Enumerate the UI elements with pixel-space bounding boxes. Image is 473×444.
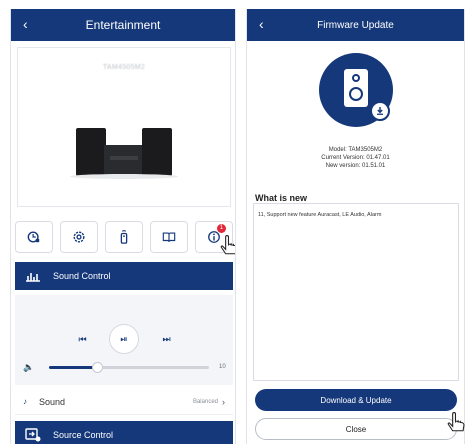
quick-actions-row: 1 (15, 221, 233, 253)
hand-pointer-icon (444, 408, 470, 439)
equalizer-icon (26, 273, 40, 282)
model-line: Model: TAM3505M2 (328, 147, 383, 153)
sound-control-header[interactable]: Sound Control (15, 262, 233, 290)
transport-controls: ⏮ ⏯ ⏭ (15, 324, 233, 354)
remote-button[interactable] (105, 221, 143, 253)
source-control-header[interactable]: Source Control (15, 421, 233, 444)
next-track-button[interactable]: ⏭ (151, 329, 181, 349)
timer-settings-icon (27, 231, 40, 243)
source-control-label: Source Control (53, 430, 114, 440)
right-speaker-image (142, 128, 172, 176)
product-card: TAM4505M2 (17, 47, 231, 207)
playback-panel: ⏮ ⏯ ⏭ 🔈 10 (15, 295, 233, 385)
sound-setting-row[interactable]: ♪ Sound Balanced › (15, 389, 233, 415)
back-button[interactable]: ‹ (23, 15, 28, 33)
product-model-label: TAM4505M2 (102, 64, 146, 71)
sound-label: Sound (39, 396, 66, 407)
volume-fill (49, 365, 97, 369)
sound-value: Balanced (192, 398, 218, 405)
release-notes-text: 11, Support new feature Auracast, LE Aud… (258, 212, 382, 218)
source-input-icon (25, 428, 41, 442)
whats-new-heading: What is new (255, 193, 308, 203)
volume-slider[interactable] (49, 361, 209, 373)
download-update-button[interactable]: Download & Update (255, 389, 457, 411)
settings-button[interactable] (60, 221, 98, 253)
manual-book-icon (162, 232, 176, 242)
speaker-volume-icon: 🔈 (23, 361, 35, 372)
volume-knob[interactable] (92, 361, 103, 373)
volume-row: 🔈 10 (23, 361, 227, 373)
play-pause-button[interactable]: ⏯ (109, 324, 139, 354)
manual-button[interactable] (150, 221, 188, 253)
volume-max-label: 10 (219, 364, 226, 370)
page-title: Entertainment (85, 18, 161, 32)
hand-pointer-icon (217, 231, 235, 262)
settings-icon (73, 231, 85, 243)
nav-bar: ‹ Entertainment (11, 9, 235, 41)
sound-control-label: Sound Control (53, 271, 111, 281)
product-shadow (70, 174, 178, 179)
entertainment-screen: ‹ Entertainment TAM4505M2 1 Sound Contro (10, 9, 236, 444)
page-title: Firmware Update (317, 19, 394, 31)
firmware-update-screen: ‹ Firmware Update Model: TAM3505M2 Curre… (246, 9, 465, 444)
firmware-info: Model: TAM3505M2 Current Version: 01.47.… (247, 146, 464, 170)
left-speaker-image (76, 128, 106, 176)
timer-settings-button[interactable] (15, 221, 53, 253)
current-version-line: Current Version: 01.47.01 (321, 155, 390, 161)
download-icon (370, 101, 390, 121)
main-unit-image (104, 145, 144, 175)
back-button[interactable]: ‹ (259, 15, 264, 33)
sound-wave-icon: ♪ (23, 397, 27, 406)
nav-bar: ‹ Firmware Update (247, 9, 464, 41)
close-button[interactable]: Close (255, 418, 457, 440)
speaker-download-icon (319, 53, 393, 127)
chevron-right-icon: › (222, 396, 225, 407)
previous-track-button[interactable]: ⏮ (67, 329, 97, 349)
speaker-icon (344, 69, 368, 107)
release-notes-box[interactable]: 11, Support new feature Auracast, LE Aud… (253, 203, 459, 381)
new-version-line: New version: 01.51.01 (325, 163, 386, 169)
remote-icon (120, 230, 128, 244)
